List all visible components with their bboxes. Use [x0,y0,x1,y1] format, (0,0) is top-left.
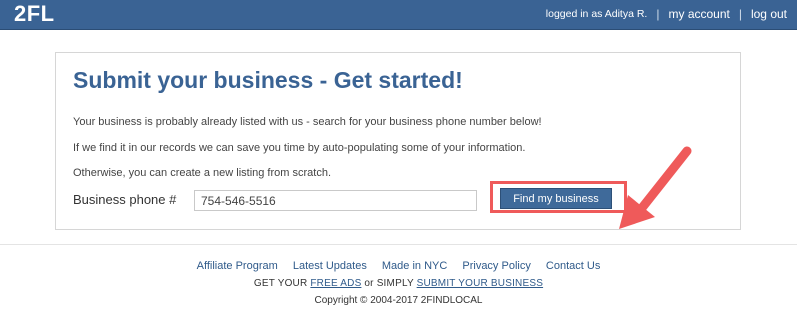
my-account-link[interactable]: my account [668,7,729,21]
business-phone-input[interactable] [194,190,477,211]
log-out-link[interactable]: log out [751,7,787,21]
page-title: Submit your business - Get started! [73,67,463,93]
business-phone-label: Business phone # [73,192,177,207]
footer-nav: Affiliate Program Latest Updates Made in… [0,260,797,272]
nav-separator: | [656,7,660,21]
footer-link-made-in-nyc[interactable]: Made in NYC [382,260,447,272]
footer-link-contact-us[interactable]: Contact Us [546,260,600,272]
footer-link-latest-updates[interactable]: Latest Updates [293,260,367,272]
find-my-business-button[interactable]: Find my business [500,188,612,209]
intro-text-3: Otherwise, you can create a new listing … [73,167,331,179]
annotation-arrow-icon [619,146,692,229]
cta-prefix: GET YOUR [253,278,308,289]
intro-text-1: Your business is probably already listed… [73,116,542,128]
submit-business-link[interactable]: SUBMIT YOUR BUSINESS [417,278,543,289]
free-ads-link[interactable]: FREE ADS [310,278,361,289]
copyright-text: Copyright © 2004-2017 2FINDLOCAL [314,295,483,306]
intro-text-2: If we find it in our records we can save… [73,142,526,154]
user-nav: logged in as Aditya R. | my account | lo… [546,7,787,21]
footer-link-affiliate-program[interactable]: Affiliate Program [197,260,278,272]
footer-cta: GET YOUR FREE ADS or SIMPLY SUBMIT YOUR … [0,278,797,289]
nav-separator: | [738,7,742,21]
top-header-bar: 2FL logged in as Aditya R. | my account … [0,0,797,30]
site-logo[interactable]: 2FL [14,1,55,27]
footer-link-privacy-policy[interactable]: Privacy Policy [462,260,530,272]
footer-divider [0,244,797,245]
cta-middle: or SIMPLY [364,278,414,289]
submit-business-panel: Submit your business - Get started! Your… [55,52,741,230]
logged-in-text: logged in as Aditya R. [545,8,648,20]
